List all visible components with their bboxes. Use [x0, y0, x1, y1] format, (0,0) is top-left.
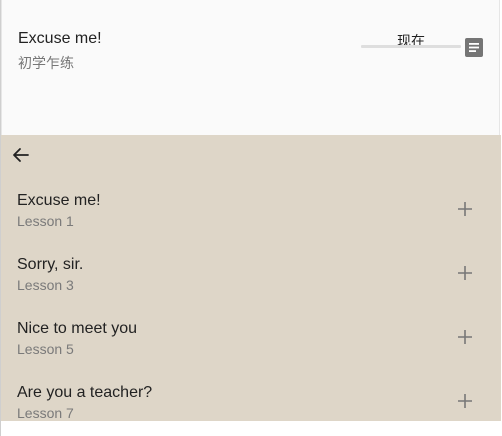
list-item[interactable]: Nice to meet you Lesson 5 — [1, 320, 501, 384]
lesson-number: Lesson 1 — [17, 213, 74, 229]
lesson-title: Are you a teacher? — [17, 384, 153, 401]
lesson-number: Lesson 7 — [17, 405, 74, 421]
current-lesson-subtitle: 初学乍练 — [18, 55, 74, 71]
time-label: 现在 — [397, 33, 425, 49]
progress-track — [361, 45, 461, 48]
lesson-title: Excuse me! — [17, 192, 101, 209]
left-edge-divider — [0, 0, 1, 436]
bottom-strip — [0, 421, 502, 436]
lesson-number: Lesson 3 — [17, 277, 74, 293]
list-item[interactable]: Excuse me! Lesson 1 — [1, 192, 501, 256]
document-icon[interactable] — [465, 38, 483, 57]
lesson-number: Lesson 5 — [17, 341, 74, 357]
lesson-list-sheet: Excuse me! Lesson 1 Sorry, sir. Lesson 3… — [1, 135, 501, 421]
plus-icon[interactable] — [455, 263, 475, 283]
app-screen: Excuse me! 初学乍练 现在 Excuse me! Lesson 1 S… — [0, 0, 502, 436]
arrow-back-icon[interactable] — [10, 144, 32, 166]
current-lesson-title: Excuse me! — [18, 30, 102, 47]
plus-icon[interactable] — [455, 327, 475, 347]
lesson-title: Nice to meet you — [17, 320, 138, 337]
current-lesson-card[interactable]: Excuse me! 初学乍练 现在 — [1, 0, 500, 135]
plus-icon[interactable] — [455, 199, 475, 219]
list-item[interactable]: Sorry, sir. Lesson 3 — [1, 256, 501, 320]
plus-icon[interactable] — [455, 391, 475, 411]
lesson-title: Sorry, sir. — [17, 256, 84, 273]
